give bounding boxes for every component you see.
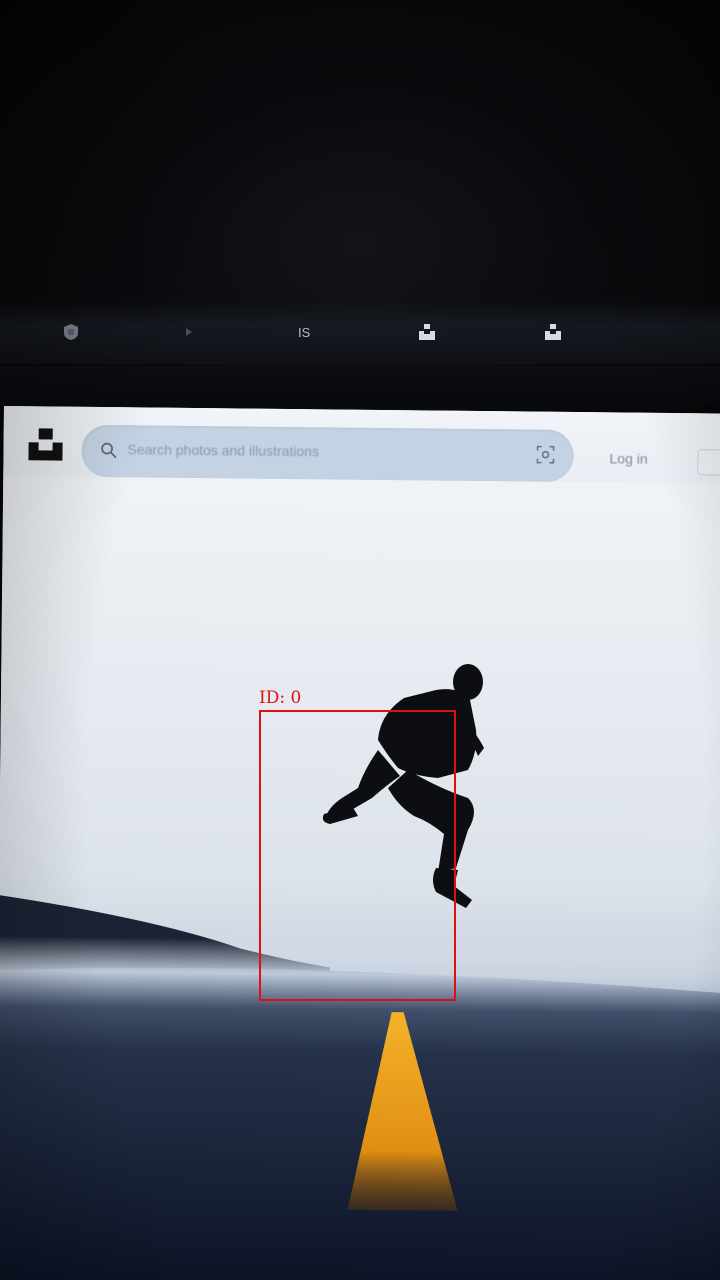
road-surface	[0, 967, 720, 1280]
tab-5[interactable]	[544, 318, 570, 346]
shield-icon	[64, 324, 78, 340]
detection-box	[259, 710, 456, 1001]
tab-3[interactable]: IS	[296, 318, 322, 346]
tab-4[interactable]	[418, 318, 444, 346]
browser-tab-strip	[0, 300, 720, 364]
site-header: Search photos and illustrations Log in	[3, 406, 720, 484]
svg-text:IS: IS	[298, 325, 311, 340]
visual-search-icon[interactable]	[535, 445, 555, 465]
address-bar[interactable]	[0, 366, 720, 406]
signup-button[interactable]	[697, 449, 720, 476]
unsplash-icon	[419, 324, 435, 340]
tab-1[interactable]	[62, 318, 88, 346]
search-bar[interactable]: Search photos and illustrations	[81, 424, 574, 482]
tab-2[interactable]	[180, 318, 206, 346]
detection-label: ID: 0	[259, 688, 302, 708]
play-icon	[186, 328, 192, 336]
search-icon[interactable]	[99, 441, 117, 459]
login-link[interactable]: Log in	[609, 450, 647, 466]
unsplash-icon	[545, 324, 561, 340]
search-input[interactable]: Search photos and illustrations	[127, 441, 319, 459]
unsplash-logo-icon[interactable]	[27, 426, 63, 462]
photo-frame: IS Search photos and illustrations Log i…	[0, 0, 720, 1280]
is-icon: IS	[298, 325, 311, 340]
